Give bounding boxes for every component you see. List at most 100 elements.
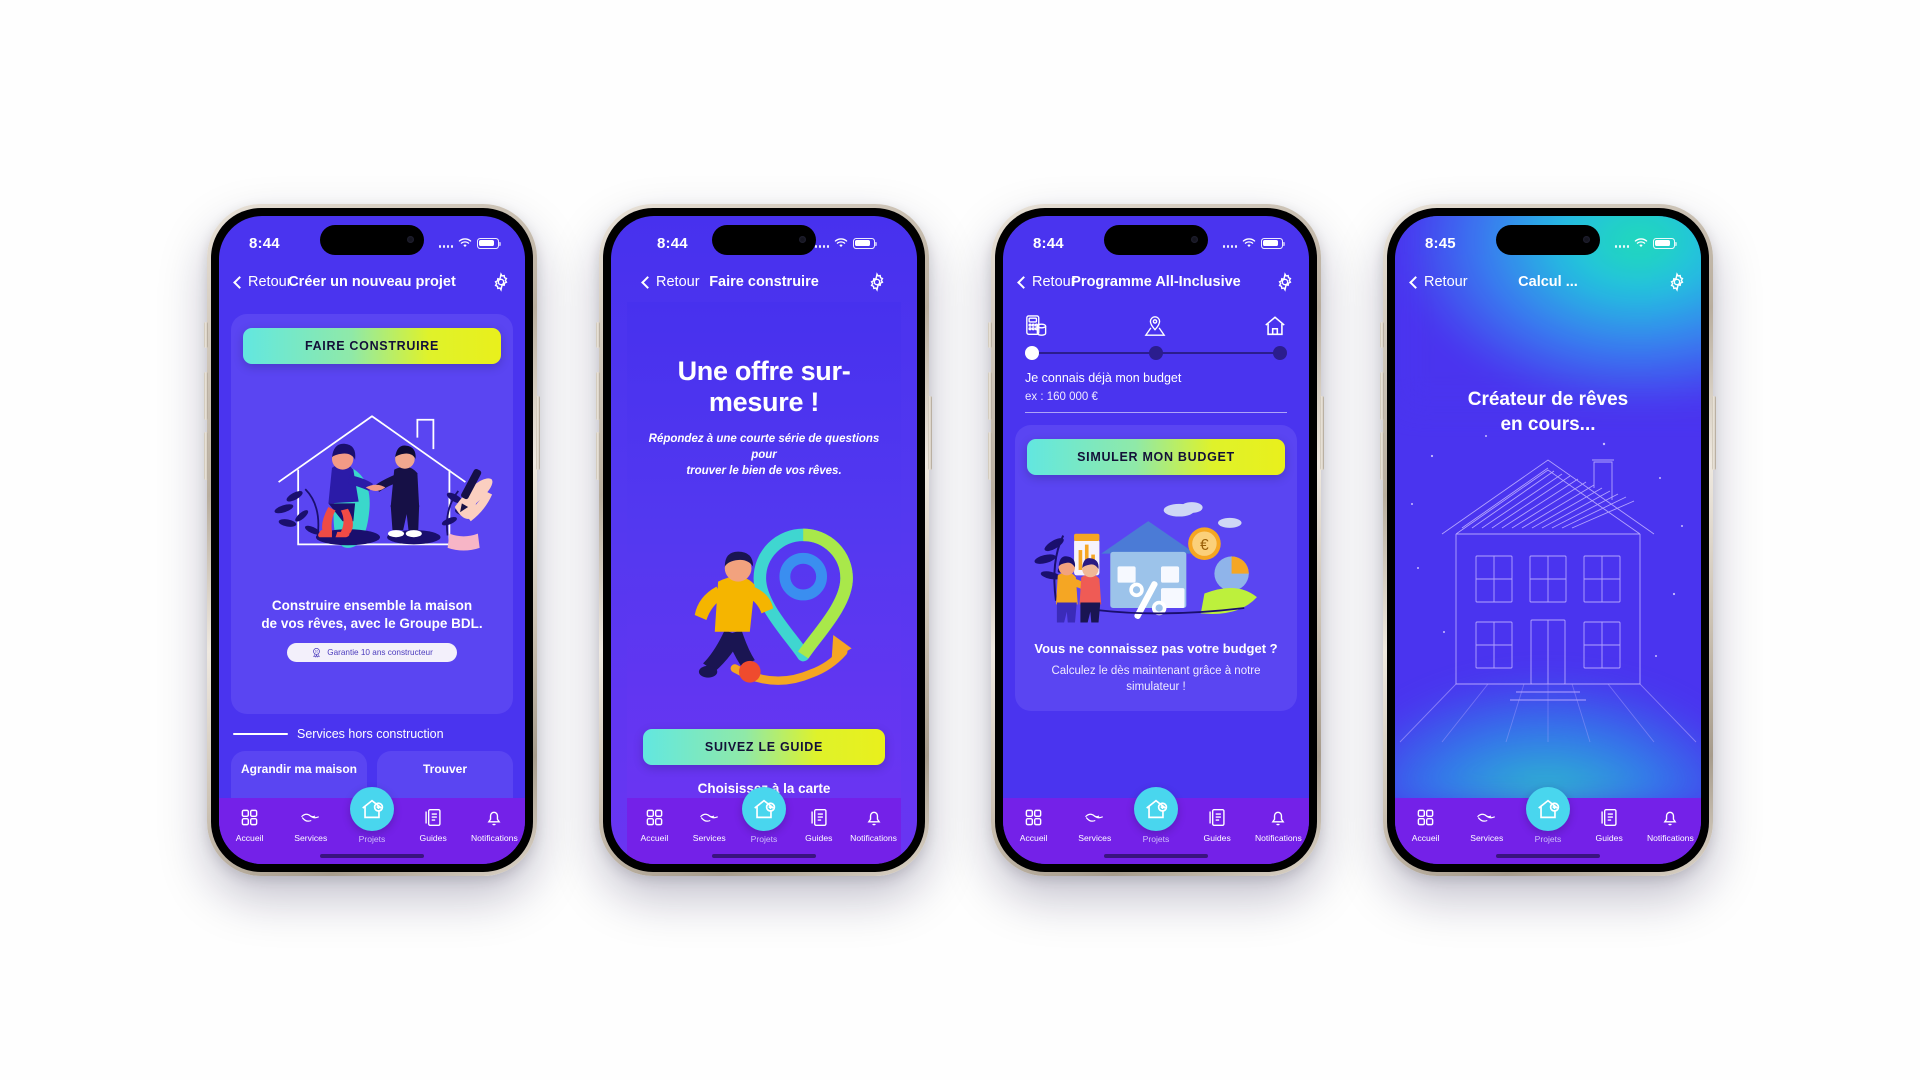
back-button[interactable]: Retour [1017, 274, 1076, 290]
handshake-icon [1476, 807, 1497, 828]
tab-guides[interactable]: Guides [791, 807, 846, 843]
stepper-track[interactable] [1025, 345, 1287, 361]
house-plus-icon [1133, 787, 1178, 831]
budget-input-example[interactable]: ex : 160 000 € [1003, 385, 1309, 403]
stepper-knob-2[interactable] [1149, 346, 1163, 360]
volume-up-button[interactable] [204, 372, 208, 420]
nav-bar: Retour Calcul ... [1395, 262, 1701, 302]
status-icons [438, 237, 501, 249]
home-indicator [1104, 854, 1208, 858]
power-button[interactable] [928, 396, 932, 470]
home-indicator [320, 854, 424, 858]
tab-services[interactable]: Services [281, 807, 341, 843]
house-budget-illustration: € [1027, 485, 1285, 635]
volume-up-button[interactable] [988, 372, 992, 420]
stepper-knob-3[interactable] [1273, 346, 1287, 360]
gear-icon[interactable] [491, 272, 511, 292]
tab-label: Notifications [850, 833, 897, 843]
loading-headline-line-2: en cours... [1500, 413, 1596, 435]
silent-switch[interactable] [596, 322, 600, 348]
back-button[interactable]: Retour [1409, 274, 1468, 290]
wifi-icon [1242, 237, 1256, 247]
chevron-left-icon [233, 275, 246, 289]
screen-faire-construire: 8:44 Retour Faire construire Une offre s… [611, 216, 917, 864]
tab-label: Projets [1534, 834, 1562, 844]
stepper-icons [1025, 312, 1287, 338]
simuler-mon-budget-button[interactable]: SIMULER MON BUDGET [1027, 439, 1285, 475]
bell-icon [1269, 807, 1287, 828]
loading-headline: Créateur de rêves en cours... [1395, 388, 1701, 437]
tab-guides[interactable]: Guides [1187, 807, 1247, 843]
power-button[interactable] [1320, 396, 1324, 470]
suivez-le-guide-button[interactable]: SUIVEZ LE GUIDE [643, 729, 885, 766]
silent-switch[interactable] [204, 322, 208, 348]
tab-accueil[interactable]: Accueil [627, 807, 682, 843]
grid-icon [1024, 807, 1043, 828]
volume-up-button[interactable] [1380, 372, 1384, 420]
tab-projets[interactable]: Projets [342, 787, 402, 844]
volume-down-button[interactable] [988, 432, 992, 480]
tab-services[interactable]: Services [682, 807, 737, 843]
volume-down-button[interactable] [596, 432, 600, 480]
tab-accueil[interactable]: Accueil [1396, 807, 1456, 843]
tab-notifications[interactable]: Notifications [846, 807, 901, 843]
faire-construire-card: FAIRE CONSTRUIRE Construire ensemble la … [231, 314, 513, 714]
tab-services[interactable]: Services [1065, 807, 1125, 843]
progress-stepper[interactable] [1003, 302, 1309, 361]
wireframe-house-illustration [1395, 416, 1701, 746]
status-bar: 8:44 [219, 216, 525, 262]
status-time: 8:45 [1425, 234, 1456, 252]
grid-icon [240, 807, 259, 828]
gear-icon[interactable] [867, 272, 887, 292]
tab-projets[interactable]: Projets [1518, 787, 1578, 844]
tab-accueil[interactable]: Accueil [1004, 807, 1064, 843]
back-button[interactable]: Retour [233, 274, 292, 290]
status-icons [814, 237, 877, 249]
runner-map-pin-illustration [643, 485, 885, 725]
card-headline-line-1: Construire ensemble la maison [271, 598, 473, 613]
house-handshake-illustration [243, 370, 501, 595]
power-button[interactable] [1712, 396, 1716, 470]
tab-notifications[interactable]: Notifications [1248, 807, 1308, 843]
tab-services[interactable]: Services [1457, 807, 1517, 843]
chevron-left-icon [1409, 275, 1422, 289]
silent-switch[interactable] [988, 322, 992, 348]
back-button[interactable]: Retour [641, 274, 700, 290]
grid-icon [1416, 807, 1435, 828]
back-label: Retour [656, 274, 700, 290]
nav-bar: Retour Créer un nouveau projet [219, 262, 525, 302]
subtitle-line-1: Répondez à une courte série de questions… [648, 433, 880, 462]
power-button[interactable] [536, 396, 540, 470]
tab-notifications[interactable]: Notifications [1640, 807, 1700, 843]
phone-1-bezel: 8:44 Retour Créer un nouveau projet FAIR… [211, 208, 533, 872]
volume-down-button[interactable] [204, 432, 208, 480]
faire-construire-button[interactable]: FAIRE CONSTRUIRE [243, 328, 501, 364]
status-time: 8:44 [249, 234, 280, 252]
tab-label: Accueil [1019, 833, 1048, 843]
bell-icon [1661, 807, 1679, 828]
stepper-knob-1[interactable] [1025, 346, 1039, 360]
signal-dots-icon [1614, 239, 1629, 248]
tab-label: Services [294, 833, 328, 843]
tab-accueil[interactable]: Accueil [220, 807, 280, 843]
tab-projets[interactable]: Projets [1126, 787, 1186, 844]
tile-label: Agrandir ma maison [240, 762, 358, 776]
tab-projets[interactable]: Projets [737, 787, 792, 844]
battery-icon [853, 237, 877, 249]
tile-trouver[interactable]: Trouver [377, 751, 513, 798]
tab-notifications[interactable]: Notifications [464, 807, 524, 843]
phone-4-bezel: 8:45 Retour Calcul ... Créateur de rêves… [1387, 208, 1709, 872]
signal-dots-icon [438, 239, 453, 248]
tab-guides[interactable]: Guides [1579, 807, 1639, 843]
tile-agrandir-ma-maison[interactable]: Agrandir ma maison [231, 751, 367, 798]
volume-up-button[interactable] [596, 372, 600, 420]
tab-guides[interactable]: Guides [403, 807, 463, 843]
home-indicator [712, 854, 816, 858]
gear-icon[interactable] [1667, 272, 1687, 292]
volume-down-button[interactable] [1380, 432, 1384, 480]
silent-switch[interactable] [1380, 322, 1384, 348]
tab-bar: Accueil Services Projets Guides Notifica… [1003, 787, 1309, 864]
page-title: Programme All-Inclusive [1071, 274, 1241, 290]
house-plus-icon [741, 787, 786, 831]
gear-icon[interactable] [1275, 272, 1295, 292]
